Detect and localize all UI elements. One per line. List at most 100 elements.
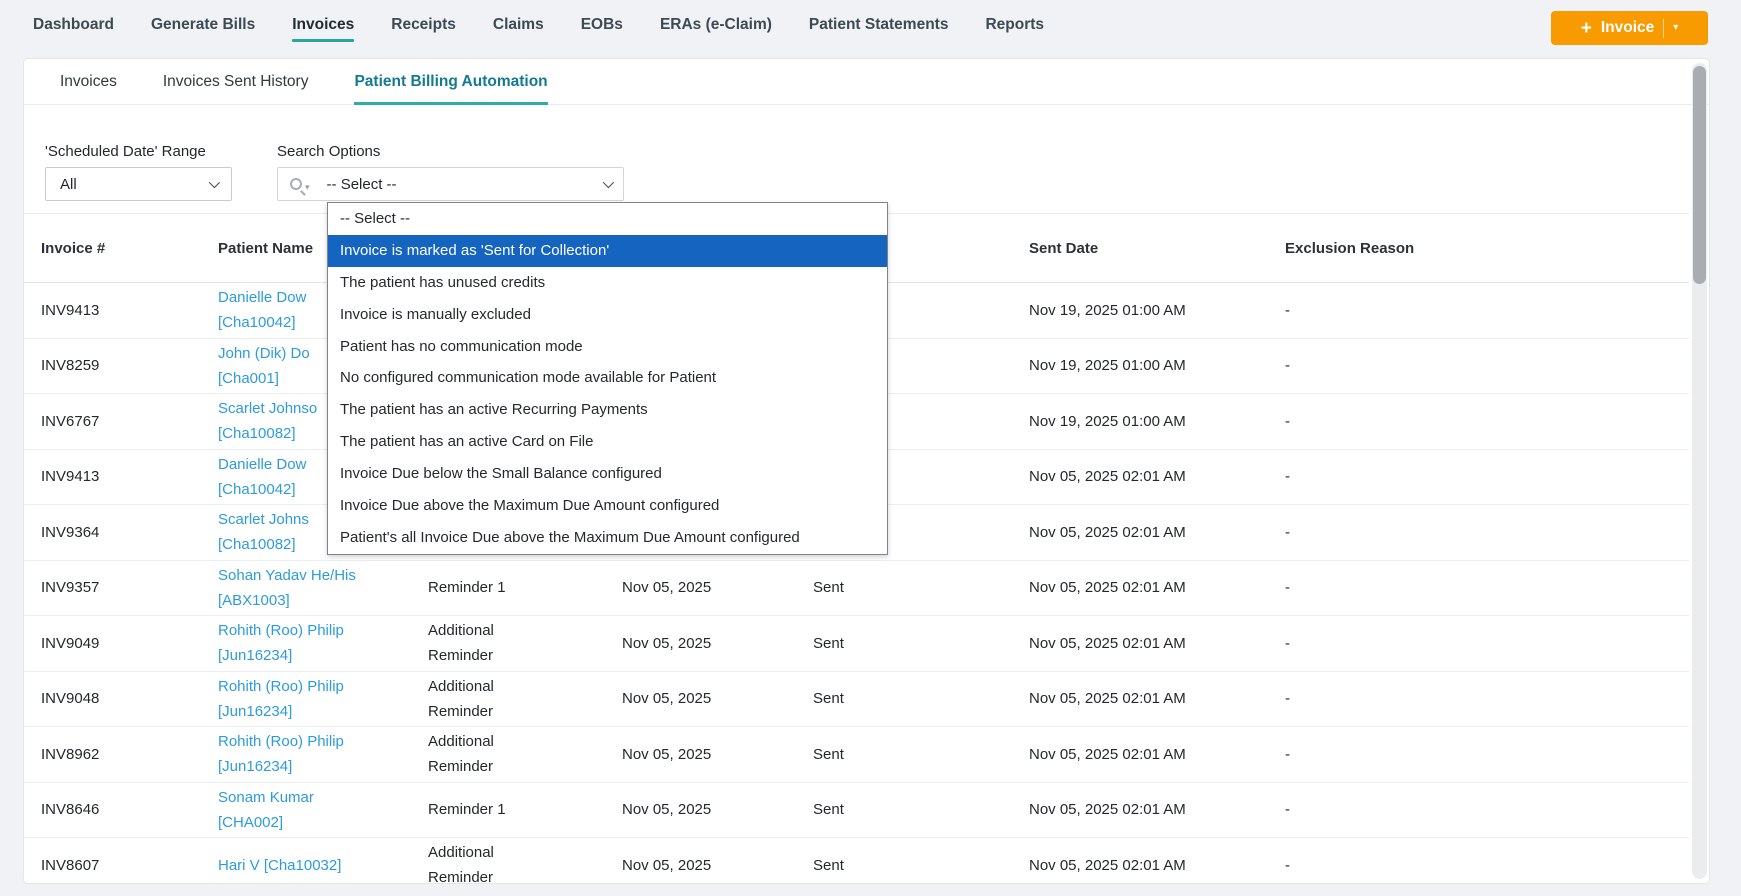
patient-link[interactable]: Scarlet Johnso [Cha10082]: [218, 394, 317, 449]
dropdown-option-7[interactable]: The patient has an active Card on File: [328, 426, 887, 458]
subtab-patient-billing-automation[interactable]: Patient Billing Automation: [354, 59, 548, 105]
nav-item-patient-statements[interactable]: Patient Statements: [809, 1, 949, 49]
nav-item-eras-e-claim[interactable]: ERAs (e-Claim): [660, 1, 772, 49]
sent-date: Nov 19, 2025 01:00 AM: [1029, 301, 1186, 319]
sent-date: Nov 05, 2025 02:01 AM: [1029, 579, 1186, 597]
patient-name-line: Danielle Dow: [218, 455, 307, 473]
dropdown-option-6[interactable]: The patient has an active Recurring Paym…: [328, 394, 887, 426]
patient-link[interactable]: Scarlet Johns [Cha10082]: [218, 505, 309, 560]
nav-item-generate-bills[interactable]: Generate Bills: [151, 1, 255, 49]
column-header-invoice: Invoice #: [41, 239, 106, 257]
nav-item-dashboard[interactable]: Dashboard: [33, 1, 114, 49]
search-options-value: -- Select --: [326, 175, 397, 193]
status: Sent: [813, 745, 844, 763]
chevron-down-icon: [208, 176, 221, 189]
invoice-number: INV6767: [41, 412, 100, 430]
button-divider: [1663, 18, 1665, 38]
exclusion-reason: -: [1285, 579, 1290, 597]
patient-name-line: Sohan Yadav He/His: [218, 566, 356, 584]
patient-id-line: [ABX1003]: [218, 591, 290, 609]
invoice-number: INV8962: [41, 745, 100, 763]
caret-down-icon[interactable]: ▾: [1673, 23, 1678, 33]
exclusion-reason: -: [1285, 801, 1290, 819]
table-row-9: INV8962 Rohith (Roo) Philip [Jun16234] Addi…: [24, 727, 1689, 783]
patient-name-line: Rohith (Roo) Philip: [218, 733, 344, 751]
dropdown-option-5[interactable]: No configured communication mode availab…: [328, 362, 887, 394]
dropdown-option-0[interactable]: -- Select --: [328, 203, 887, 235]
dropdown-option-2[interactable]: The patient has unused credits: [328, 267, 887, 299]
table-row-8: INV9048 Rohith (Roo) Philip [Jun16234] Addi…: [24, 672, 1689, 727]
reminder-type: Additional Reminder: [428, 677, 494, 720]
invoice-number: INV8646: [41, 801, 100, 819]
nav-item-receipts[interactable]: Receipts: [391, 1, 456, 49]
sent-date: Nov 05, 2025 02:01 AM: [1029, 468, 1186, 486]
exclusion-reason: -: [1285, 357, 1290, 375]
patient-link[interactable]: Danielle Dow [Cha10042]: [218, 283, 306, 338]
reminder-type: Additional Reminder: [428, 733, 494, 776]
invoice-number: INV8607: [41, 856, 100, 874]
table-row-7: INV9049 Rohith (Roo) Philip [Jun16234] Addi…: [24, 616, 1689, 672]
column-header-patient-name: Patient Name: [218, 239, 314, 257]
dropdown-option-1[interactable]: Invoice is marked as 'Sent for Collectio…: [328, 234, 887, 267]
reminder-type: Additional Reminder: [428, 622, 494, 665]
invoice-number: INV9357: [41, 579, 100, 597]
patient-link[interactable]: Sonam Kumar [CHA002]: [218, 783, 314, 838]
sent-date: Nov 05, 2025 02:01 AM: [1029, 801, 1186, 819]
dropdown-option-4[interactable]: Patient has no communication mode: [328, 331, 887, 363]
invoice-number: INV9049: [41, 634, 100, 652]
dropdown-option-10[interactable]: Patient's all Invoice Due above the Maxi…: [328, 522, 887, 554]
patient-id-line: [Cha10082]: [218, 425, 296, 443]
exclusion-reason: -: [1285, 690, 1290, 708]
table-row-11: INV8607 Hari V [Cha10032] Additional Remin…: [24, 838, 1689, 884]
scheduled-date: Nov 05, 2025: [622, 579, 712, 597]
patient-id-line: [Jun16234]: [218, 702, 293, 720]
patient-link[interactable]: John (Dik) Do [Cha001]: [218, 339, 310, 394]
patient-link[interactable]: Hari V [Cha10032]: [218, 838, 341, 883]
nav-item-invoices[interactable]: Invoices: [292, 1, 355, 49]
search-options-select[interactable]: ▾ -- Select --: [277, 167, 624, 201]
patient-link[interactable]: Rohith (Roo) Philip [Jun16234]: [218, 616, 344, 671]
sent-date: Nov 19, 2025 01:00 AM: [1029, 357, 1186, 375]
search-options-label: Search Options: [277, 143, 381, 160]
reminder-type: Additional Reminder: [428, 844, 494, 884]
subtab-invoices-sent-history[interactable]: Invoices Sent History: [163, 59, 309, 105]
top-nav-items: Dashboard Generate Bills Invoices Receipts C…: [33, 0, 1044, 50]
patient-link[interactable]: Danielle Dow [Cha10042]: [218, 450, 306, 505]
invoice-number: INV9364: [41, 523, 100, 541]
patient-name-line: Danielle Dow: [218, 289, 307, 307]
patient-id-line: [Cha001]: [218, 369, 279, 387]
scheduled-date-range-select[interactable]: All: [45, 167, 232, 201]
patient-name-line: Rohith (Roo) Philip: [218, 677, 344, 695]
exclusion-reason: -: [1285, 745, 1290, 763]
subtab-invoices[interactable]: Invoices: [60, 59, 117, 105]
dropdown-option-9[interactable]: Invoice Due above the Maximum Due Amount…: [328, 490, 887, 522]
nav-item-eobs[interactable]: EOBs: [581, 1, 623, 49]
table-row-6: INV9357 Sohan Yadav He/His [ABX1003] Remind…: [24, 561, 1689, 616]
top-navigation: Dashboard Generate Bills Invoices Receipts C…: [0, 0, 1741, 50]
new-invoice-button[interactable]: + Invoice ▾: [1551, 11, 1708, 45]
patient-id-line: [Cha10042]: [218, 480, 296, 498]
patient-link[interactable]: Rohith (Roo) Philip [Jun16234]: [218, 727, 344, 782]
reminder-type: Reminder 1: [428, 579, 506, 597]
patient-link[interactable]: Sohan Yadav He/His [ABX1003]: [218, 561, 356, 616]
scheduled-date: Nov 05, 2025: [622, 801, 712, 819]
scheduled-date-range-label: 'Scheduled Date' Range: [45, 143, 206, 160]
invoice-number: INV8259: [41, 357, 100, 375]
scheduled-date: Nov 05, 2025: [622, 634, 712, 652]
scrollbar-thumb[interactable]: [1693, 66, 1706, 284]
nav-item-claims[interactable]: Claims: [493, 1, 544, 49]
status: Sent: [813, 634, 844, 652]
new-invoice-label: Invoice: [1600, 19, 1655, 36]
patient-name-line: John (Dik) Do: [218, 344, 310, 362]
chevron-down-icon: [602, 176, 615, 189]
status: Sent: [813, 801, 844, 819]
dropdown-option-3[interactable]: Invoice is manually excluded: [328, 299, 887, 331]
vertical-scrollbar[interactable]: [1692, 63, 1707, 879]
sent-date: Nov 05, 2025 02:01 AM: [1029, 856, 1186, 874]
sent-date: Nov 05, 2025 02:01 AM: [1029, 690, 1186, 708]
nav-item-reports[interactable]: Reports: [985, 1, 1044, 49]
patient-id-line: [Cha10082]: [218, 536, 296, 554]
patient-link[interactable]: Rohith (Roo) Philip [Jun16234]: [218, 672, 344, 727]
patient-name-line: Scarlet Johnso: [218, 400, 318, 418]
dropdown-option-8[interactable]: Invoice Due below the Small Balance conf…: [328, 458, 887, 490]
